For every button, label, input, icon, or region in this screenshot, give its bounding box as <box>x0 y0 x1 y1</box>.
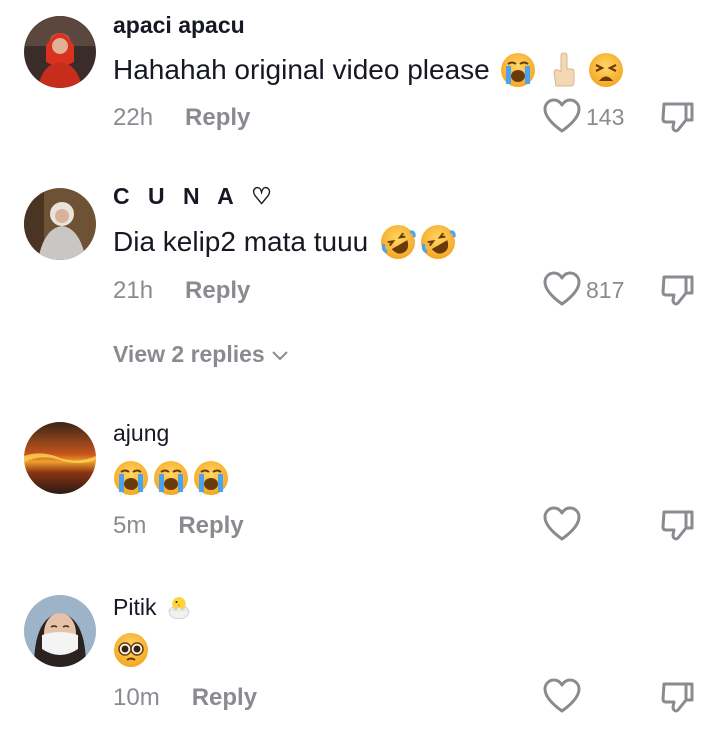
comment-text: Dia kelip2 mata tuuu <box>113 224 456 260</box>
timestamp: 5m <box>113 512 147 539</box>
comment-text <box>113 632 149 668</box>
heart-outline-icon[interactable] <box>542 505 582 545</box>
view-replies-label: View 2 replies <box>113 341 265 367</box>
like-count: 143 <box>586 104 625 130</box>
comment-meta: 10m Reply <box>113 684 257 712</box>
comment-text-body: Dia kelip2 mata tuuu <box>113 226 369 257</box>
username[interactable]: Pitik <box>113 592 194 622</box>
view-replies-button[interactable]: View 2 replies <box>113 341 289 368</box>
rolling-on-floor-laughing-icon <box>380 224 416 260</box>
timestamp: 10m <box>113 684 160 711</box>
thumbs-down-icon[interactable] <box>658 678 698 718</box>
username[interactable]: ajung <box>113 420 169 447</box>
hatching-chick-icon <box>164 592 194 622</box>
username[interactable]: apaci apacu <box>113 12 245 39</box>
reply-button[interactable]: Reply <box>192 684 257 711</box>
reply-button[interactable]: Reply <box>185 104 250 131</box>
reply-button[interactable]: Reply <box>185 277 250 304</box>
loudly-crying-face-icon <box>153 460 189 496</box>
index-pointing-up-icon <box>544 52 580 88</box>
loudly-crying-face-icon <box>113 460 149 496</box>
heart-outline-icon[interactable] <box>542 270 582 310</box>
rolling-on-floor-laughing-icon <box>420 224 456 260</box>
timestamp: 21h <box>113 277 154 304</box>
thumbs-down-icon[interactable] <box>658 506 698 546</box>
comment-text <box>113 460 229 496</box>
avatar[interactable] <box>24 595 96 667</box>
username[interactable]: C U N A ♡ <box>113 183 278 210</box>
avatar[interactable] <box>24 188 96 260</box>
loudly-crying-face-icon <box>193 460 229 496</box>
comment-meta: 22h Reply <box>113 104 250 132</box>
comment-meta: 21h Reply <box>113 277 250 305</box>
username-text: Pitik <box>113 593 157 620</box>
timestamp: 22h <box>113 104 154 131</box>
pleading-face-icon <box>113 632 149 668</box>
comment-text: Hahahah original video please <box>113 52 624 88</box>
reply-button[interactable]: Reply <box>178 512 243 539</box>
comment-text-body: Hahahah original video please <box>113 54 490 85</box>
thumbs-down-icon[interactable] <box>658 271 698 311</box>
heart-outline-icon[interactable] <box>542 677 582 717</box>
thumbs-down-icon[interactable] <box>658 98 698 138</box>
avatar[interactable] <box>24 16 96 88</box>
weary-face-icon <box>588 52 624 88</box>
comment-meta: 5m Reply <box>113 512 244 540</box>
chevron-down-icon <box>272 350 288 360</box>
avatar[interactable] <box>24 422 96 494</box>
loudly-crying-face-icon <box>500 52 536 88</box>
heart-outline-icon[interactable] <box>542 97 582 137</box>
like-count: 817 <box>586 277 625 303</box>
